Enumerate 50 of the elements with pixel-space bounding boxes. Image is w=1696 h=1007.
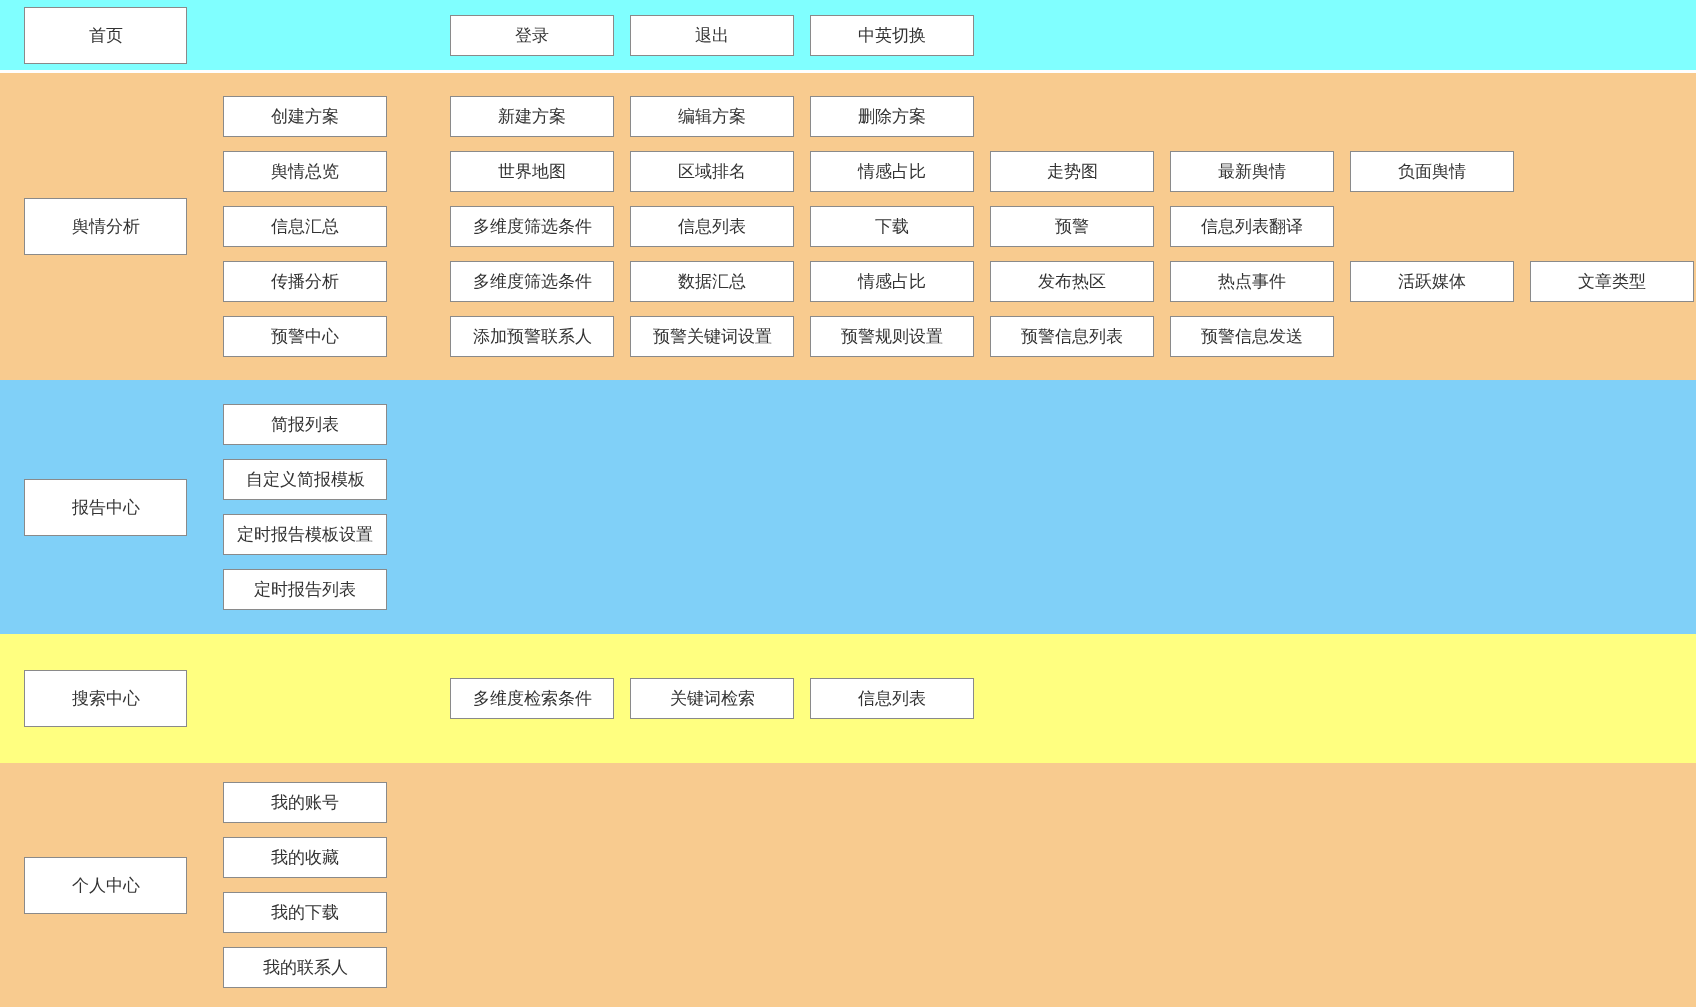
- feature-box: 预警信息列表: [990, 316, 1154, 357]
- page-box: 我的联系人: [223, 947, 387, 988]
- feature-box: 新建方案: [450, 96, 614, 137]
- feature-box: 情感占比: [810, 261, 974, 302]
- feature-box: 文章类型: [1530, 261, 1694, 302]
- feature-box: 编辑方案: [630, 96, 794, 137]
- module-box: 搜索中心: [24, 670, 187, 727]
- feature-box: 多维度筛选条件: [450, 261, 614, 302]
- module-box: 首页: [24, 6, 187, 64]
- feature-box: 下载: [810, 206, 974, 247]
- page-box: 我的账号: [223, 782, 387, 823]
- page-box: 传播分析: [223, 261, 387, 302]
- page-box: 预警中心: [223, 316, 387, 357]
- page-box: 信息汇总: [223, 206, 387, 247]
- feature-box: 中英切换: [810, 14, 974, 56]
- feature-box: 世界地图: [450, 151, 614, 192]
- feature-box: 多维度筛选条件: [450, 206, 614, 247]
- feature-box: 添加预警联系人: [450, 316, 614, 357]
- feature-box: 区域排名: [630, 151, 794, 192]
- feature-box: 热点事件: [1170, 261, 1334, 302]
- feature-box: 发布热区: [990, 261, 1154, 302]
- feature-box: 删除方案: [810, 96, 974, 137]
- page-box: 简报列表: [223, 404, 387, 445]
- feature-box: 多维度检索条件: [450, 678, 614, 719]
- module-box: 个人中心: [24, 856, 187, 914]
- module-box: 报告中心: [24, 478, 187, 536]
- feature-box: 信息列表: [810, 678, 974, 719]
- page-box: 舆情总览: [223, 151, 387, 192]
- feature-box: 情感占比: [810, 151, 974, 192]
- feature-box: 信息列表: [630, 206, 794, 247]
- page-box: 我的下载: [223, 892, 387, 933]
- feature-box: 信息列表翻译: [1170, 206, 1334, 247]
- page-box: 创建方案: [223, 96, 387, 137]
- page-box: 定时报告模板设置: [223, 514, 387, 555]
- feature-box: 预警信息发送: [1170, 316, 1334, 357]
- page-box: 定时报告列表: [223, 569, 387, 610]
- feature-box: 关键词检索: [630, 678, 794, 719]
- feature-box: 数据汇总: [630, 261, 794, 302]
- feature-box: 预警关键词设置: [630, 316, 794, 357]
- feature-box: 预警: [990, 206, 1154, 247]
- feature-box: 登录: [450, 14, 614, 56]
- page-box: 我的收藏: [223, 837, 387, 878]
- feature-box: 预警规则设置: [810, 316, 974, 357]
- page-box: 自定义简报模板: [223, 459, 387, 500]
- feature-box: 负面舆情: [1350, 151, 1514, 192]
- feature-box: 走势图: [990, 151, 1154, 192]
- feature-box: 最新舆情: [1170, 151, 1334, 192]
- feature-box: 活跃媒体: [1350, 261, 1514, 302]
- module-box: 舆情分析: [24, 198, 187, 255]
- feature-box: 退出: [630, 14, 794, 56]
